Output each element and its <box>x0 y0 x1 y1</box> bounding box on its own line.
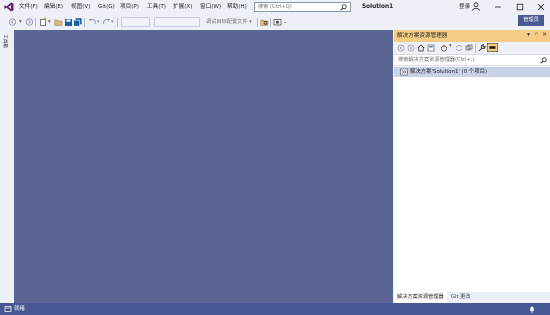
menu-tools[interactable]: 工具(T) <box>147 3 166 11</box>
save-icon[interactable] <box>64 17 73 27</box>
minimize-icon[interactable] <box>492 1 504 13</box>
toolbox-tab-label: 工具箱 <box>1 34 7 48</box>
search-icon <box>540 57 547 64</box>
wrench-icon[interactable] <box>478 44 486 52</box>
solution-tree-root-label: 解决方案'Solution1' (0 个项目) <box>410 69 488 75</box>
sync-icon[interactable] <box>455 44 463 52</box>
panel-close-icon[interactable]: ✕ <box>541 31 548 40</box>
toolbox-tab[interactable]: 工具箱 <box>1 33 10 49</box>
toolbar-overflow[interactable]: ⌄ <box>283 19 287 26</box>
title-bar: 文件(F) 编辑(E) 视图(V) Git(G) 项目(P) 工具(T) 扩展(… <box>0 0 550 15</box>
solution-explorer-panel: 解决方案资源管理器 ▾ ᵖ ✕ ▾ 搜索解决方案资源管理器(Ctrl+;) 解决… <box>394 30 550 303</box>
collapse-all-icon[interactable] <box>465 44 473 52</box>
redo-dropdown-arrow[interactable]: ▾ <box>111 19 114 26</box>
open-icon[interactable] <box>54 17 63 27</box>
startup-config-dropdown[interactable]: 调试目标配置文件 ▾ <box>206 19 252 26</box>
maximize-icon[interactable] <box>514 1 526 13</box>
tab-solution-explorer[interactable]: 解决方案资源管理器 <box>394 292 447 303</box>
admin-badge: 管理员 <box>518 15 544 26</box>
solution-explorer-header[interactable]: 解决方案资源管理器 ▾ ᵖ ✕ <box>394 30 550 42</box>
home-icon[interactable] <box>417 44 425 52</box>
undo-dropdown-arrow[interactable]: ▾ <box>97 19 100 26</box>
menu-file[interactable]: 文件(F) <box>19 3 38 11</box>
vs-logo-icon[interactable] <box>4 2 14 12</box>
preview-icon[interactable] <box>487 43 498 52</box>
search-icon <box>340 4 347 11</box>
back-icon[interactable] <box>8 17 17 27</box>
toolbar-separator <box>475 44 476 53</box>
forward-icon[interactable] <box>25 17 34 27</box>
toolbar: ▾ ▾ ▾ ▾ 调试目标配置文件 ▾ ⌄ <box>0 15 550 40</box>
user-icon[interactable] <box>472 2 480 11</box>
solution-icon <box>400 68 408 76</box>
back-icon[interactable] <box>397 44 405 52</box>
notification-bell-icon[interactable] <box>528 305 536 313</box>
toolbar-separator <box>117 18 118 27</box>
pending-changes-filter-icon[interactable] <box>440 44 448 52</box>
solution-explorer-tabs: 解决方案资源管理器 Git 更改 <box>394 292 550 303</box>
menu-extensions[interactable]: 扩展(X) <box>173 3 192 11</box>
platform-combo[interactable] <box>154 17 200 27</box>
solution-search-placeholder: 搜索解决方案资源管理器(Ctrl+;) <box>398 57 475 63</box>
status-ready-icon <box>4 306 12 312</box>
new-item-icon[interactable] <box>39 17 48 27</box>
solution-name: Solution1 <box>362 4 394 10</box>
toolbar-separator <box>270 18 271 27</box>
forward-icon[interactable] <box>407 44 415 52</box>
menu-window[interactable]: 窗口(W) <box>200 3 221 11</box>
toolbar-separator <box>35 18 36 27</box>
undo-icon[interactable] <box>88 17 97 27</box>
menu-view[interactable]: 视图(V) <box>71 3 90 11</box>
toolbar-separator <box>84 18 85 27</box>
filter-dropdown-arrow[interactable]: ▾ <box>449 43 452 50</box>
solution-explorer-title: 解决方案资源管理器 <box>397 33 448 39</box>
menu-git[interactable]: Git(G) <box>98 3 115 11</box>
panel-menu-icon[interactable]: ▾ <box>525 31 532 40</box>
menu-project[interactable]: 项目(P) <box>120 3 139 11</box>
status-bar: 就绪 <box>0 303 550 315</box>
search-input[interactable]: 搜索 (Ctrl+Q) <box>254 2 351 12</box>
toolbar-separator <box>257 18 258 27</box>
login-link[interactable]: 登录 <box>459 3 470 11</box>
solution-tree-root[interactable]: 解决方案'Solution1' (0 个项目) <box>394 67 550 77</box>
pin-icon[interactable]: ᵖ <box>533 31 540 40</box>
save-all-icon[interactable] <box>73 17 82 27</box>
close-icon[interactable] <box>535 1 547 13</box>
search-placeholder: 搜索 (Ctrl+Q) <box>258 4 292 10</box>
tab-git-changes[interactable]: Git 更改 <box>448 292 474 303</box>
editor-area[interactable] <box>14 30 393 303</box>
new-item-dropdown-arrow[interactable]: ▾ <box>48 19 51 26</box>
status-text: 就绪 <box>14 306 25 312</box>
screenshot-icon[interactable] <box>273 17 282 27</box>
solution-tree-view[interactable] <box>394 77 550 292</box>
solution-explorer-search[interactable]: 搜索解决方案资源管理器(Ctrl+;) <box>394 55 550 66</box>
redo-icon[interactable] <box>102 17 111 27</box>
left-tool-strip: 工具箱 <box>0 30 14 302</box>
back-dropdown-arrow[interactable]: ▾ <box>19 19 22 26</box>
solution-explorer-toolbar: ▾ <box>394 42 550 55</box>
menu-edit[interactable]: 编辑(E) <box>44 3 63 11</box>
find-files-icon[interactable] <box>260 17 269 27</box>
configuration-combo[interactable] <box>121 17 150 27</box>
switch-views-icon[interactable] <box>427 44 435 52</box>
menu-help[interactable]: 帮助(H) <box>227 3 247 11</box>
